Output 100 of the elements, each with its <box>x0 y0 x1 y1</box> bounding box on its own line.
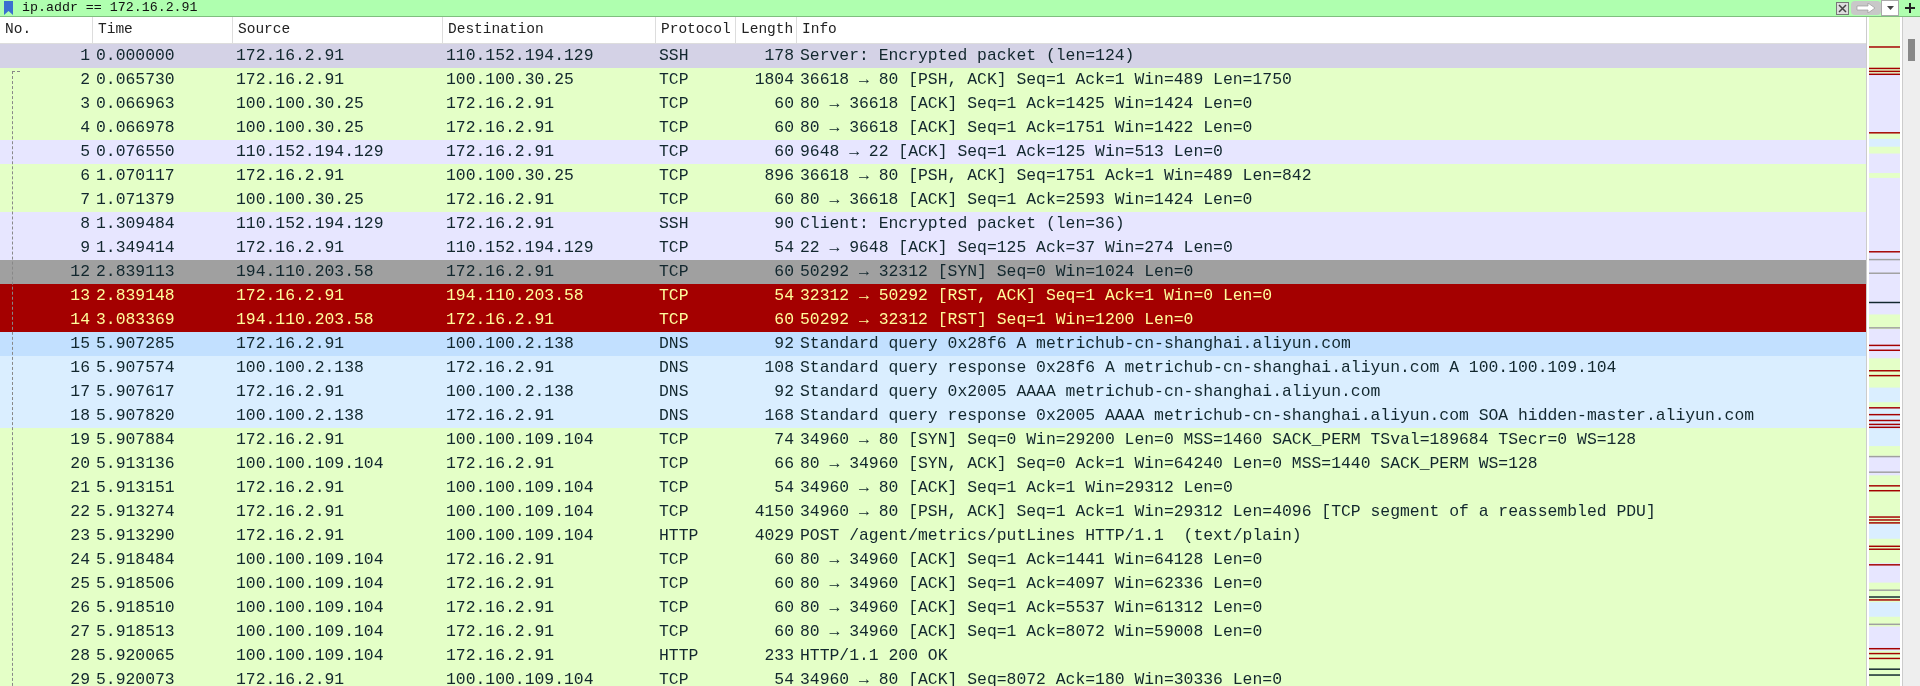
table-cell-text: TCP <box>658 669 690 686</box>
table-cell-text: 172.16.2.91 <box>235 165 346 187</box>
table-cell-text: 100.100.30.25 <box>445 165 575 187</box>
table-cell-text: Standard query response 0x2005 AAAA metrichub-cn-shanghai.aliyun.com SOA hidden-master.aliyun.com <box>799 405 1756 427</box>
plus-icon[interactable] <box>1905 3 1915 13</box>
table-cell-text: 178 <box>763 45 795 67</box>
table-cell-text: 110.152.194.129 <box>445 45 595 67</box>
scrollbar-thumb[interactable] <box>1908 39 1915 61</box>
table-cell-text: TCP <box>658 141 690 163</box>
table-cell-text: 172.16.2.91 <box>445 357 556 379</box>
dropdown-button[interactable] <box>1881 0 1899 16</box>
table-cell-text: TCP <box>658 285 690 307</box>
packet-row[interactable]: 3 0.066963 100.100.30.25 172.16.2.91 TCP 60 80 → 36618 [ACK] Seq=1 Ack=1425 Win=1424 Len=0 <box>0 92 1866 116</box>
packet-row[interactable]: 4 0.066978 100.100.30.25 172.16.2.91 TCP 60 80 → 36618 [ACK] Seq=1 Ack=1751 Win=1422 Len=0 <box>0 116 1866 140</box>
vertical-scrollbar[interactable] <box>1902 17 1920 686</box>
packet-row[interactable]: 16 5.907574 100.100.2.138 172.16.2.91 DNS 108 Standard query response 0x28f6 A metrichub-cn-shanghai.aliyun.com A 100.100.109.104 <box>0 356 1866 380</box>
packet-row[interactable]: 15 5.907285 172.16.2.91 100.100.2.138 DNS 92 Standard query 0x28f6 A metrichub-cn-shanghai.aliyun.com <box>0 332 1866 356</box>
packet-row[interactable]: 25 5.918506 100.100.109.104 172.16.2.91 TCP 60 80 → 34960 [ACK] Seq=1 Ack=4097 Win=62336 Len=0 <box>0 572 1866 596</box>
packet-row[interactable]: 20 5.913136 100.100.109.104 172.16.2.91 TCP 66 80 → 34960 [SYN, ACK] Seq=0 Ack=1 Win=64240 Len=0 MSS=1440 SACK_PERM WS=128 <box>0 452 1866 476</box>
packet-row[interactable]: 7 1.071379 100.100.30.25 172.16.2.91 TCP 60 80 → 36618 [ACK] Seq=1 Ack=2593 Win=1424 Len=0 <box>0 188 1866 212</box>
table-cell-text: 80 → 34960 [ACK] Seq=1 Ack=5537 Win=61312 Len=0 <box>799 597 1264 619</box>
packet-row[interactable]: 2 0.065730 172.16.2.91 100.100.30.25 TCP 1804 36618 → 80 [PSH, ACK] Seq=1 Ack=1 Win=489 Len=1750 <box>0 68 1866 92</box>
column-header[interactable]: No. <box>0 17 93 43</box>
column-header[interactable]: Protocol <box>656 17 736 43</box>
table-cell-text: 5.920073 <box>95 669 176 686</box>
table-cell-text: TCP <box>658 69 690 91</box>
table-cell-text: 5.918506 <box>95 573 176 595</box>
column-header[interactable]: Source <box>233 17 443 43</box>
table-cell-text: 896 <box>763 165 795 187</box>
packet-row[interactable]: 14 3.083369 194.110.203.58 172.16.2.91 TCP 60 50292 → 32312 [RST] Seq=1 Win=1200 Len=0 <box>0 308 1866 332</box>
table-cell-text: 74 <box>773 429 795 451</box>
packet-row[interactable]: 17 5.907617 172.16.2.91 100.100.2.138 DNS 92 Standard query 0x2005 AAAA metrichub-cn-shanghai.aliyun.com <box>0 380 1866 404</box>
table-cell-text: TCP <box>658 189 690 211</box>
table-cell-text: 172.16.2.91 <box>235 285 346 307</box>
column-header[interactable]: Destination <box>443 17 656 43</box>
table-cell-text: 172.16.2.91 <box>235 69 346 91</box>
column-header[interactable]: Length <box>736 17 797 43</box>
column-header[interactable]: Time <box>93 17 233 43</box>
table-cell-text: 60 <box>773 117 795 139</box>
packet-row[interactable]: 6 1.070117 172.16.2.91 100.100.30.25 TCP 896 36618 → 80 [PSH, ACK] Seq=1751 Ack=1 Win=489 Len=842 <box>0 164 1866 188</box>
packet-row[interactable]: 26 5.918510 100.100.109.104 172.16.2.91 TCP 60 80 → 34960 [ACK] Seq=1 Ack=5537 Win=61312 Len=0 <box>0 596 1866 620</box>
table-cell-text: 0.000000 <box>95 45 176 67</box>
packet-row[interactable]: 28 5.920065 100.100.109.104 172.16.2.91 HTTP 233 HTTP/1.1 200 OK <box>0 644 1866 668</box>
table-cell-text: 100.100.109.104 <box>445 525 595 547</box>
table-cell-text: HTTP <box>658 645 700 667</box>
table-cell-text: 5 <box>79 141 91 163</box>
table-cell-text: 172.16.2.91 <box>445 117 556 139</box>
table-cell-text: 172.16.2.91 <box>235 525 346 547</box>
table-cell-text: 100.100.109.104 <box>445 477 595 499</box>
packet-row[interactable]: 23 5.913290 172.16.2.91 100.100.109.104 HTTP 4029 POST /agent/metrics/putLines HTTP/1.1 (text/plain) <box>0 524 1866 548</box>
table-cell-text: 233 <box>763 645 795 667</box>
table-cell-text: 110.152.194.129 <box>235 141 385 163</box>
packet-row[interactable]: 9 1.349414 172.16.2.91 110.152.194.129 TCP 54 22 → 9648 [ACK] Seq=125 Ack=37 Win=274 Len=0 <box>0 236 1866 260</box>
table-cell-text: 5.913290 <box>95 525 176 547</box>
table-cell-text: DNS <box>658 333 690 355</box>
arrow-right-icon <box>1856 3 1876 13</box>
table-cell-text: 5.918510 <box>95 597 176 619</box>
bookmark-icon[interactable] <box>3 1 14 15</box>
table-cell-text: 194.110.203.58 <box>235 261 375 283</box>
table-cell-text: 100.100.2.138 <box>445 333 575 355</box>
packet-row[interactable]: 21 5.913151 172.16.2.91 100.100.109.104 TCP 54 34960 → 80 [ACK] Seq=1 Ack=1 Win=29312 Len=0 <box>0 476 1866 500</box>
table-cell-text: 2 <box>79 69 91 91</box>
table-cell-text: 17 <box>69 381 91 403</box>
table-cell-text: 3 <box>79 93 91 115</box>
table-cell-text: 108 <box>763 357 795 379</box>
column-header[interactable]: Info <box>797 17 1866 43</box>
table-cell-text: 5.913136 <box>95 453 176 475</box>
table-cell-text: 172.16.2.91 <box>235 45 346 67</box>
table-cell-text: 172.16.2.91 <box>445 213 556 235</box>
packet-row[interactable]: 18 5.907820 100.100.2.138 172.16.2.91 DNS 168 Standard query response 0x2005 AAAA metrichub-cn-shanghai.aliyun.com SOA hidden-master.aliyun.com <box>0 404 1866 428</box>
table-cell-text: 90 <box>773 213 795 235</box>
table-cell-text: HTTP <box>658 525 700 547</box>
table-cell-text: 172.16.2.91 <box>235 429 346 451</box>
table-cell-text: 172.16.2.91 <box>445 645 556 667</box>
table-cell-text: 100.100.2.138 <box>235 357 365 379</box>
packet-row[interactable]: 5 0.076550 110.152.194.129 172.16.2.91 TCP 60 9648 → 22 [ACK] Seq=1 Ack=125 Win=513 Len=0 <box>0 140 1866 164</box>
table-cell-text: 0.066963 <box>95 93 176 115</box>
clear-icon[interactable] <box>1836 1 1849 15</box>
table-cell-text: 100.100.109.104 <box>235 453 385 475</box>
table-cell-text: 172.16.2.91 <box>235 477 346 499</box>
packet-row[interactable]: 24 5.918484 100.100.109.104 172.16.2.91 TCP 60 80 → 34960 [ACK] Seq=1 Ack=1441 Win=64128 Len=0 <box>0 548 1866 572</box>
packet-row[interactable]: 22 5.913274 172.16.2.91 100.100.109.104 TCP 4150 34960 → 80 [PSH, ACK] Seq=1 Ack=1 Win=29312 Len=4096 [TCP segment of a reassembled PDU] <box>0 500 1866 524</box>
packet-row[interactable]: 19 5.907884 172.16.2.91 100.100.109.104 TCP 74 34960 → 80 [SYN] Seq=0 Win=29200 Len=0 MSS=1460 SACK_PERM TSval=189684 TSecr=0 WS=128 <box>0 428 1866 452</box>
table-cell-text: 1 <box>79 45 91 67</box>
table-cell-text: DNS <box>658 381 690 403</box>
table-cell-text: 25 <box>69 573 91 595</box>
table-cell-text: 5.918484 <box>95 549 176 571</box>
packet-row[interactable]: 27 5.918513 100.100.109.104 172.16.2.91 TCP 60 80 → 34960 [ACK] Seq=1 Ack=8072 Win=59008 Len=0 <box>0 620 1866 644</box>
table-cell-text: 100.100.30.25 <box>445 69 575 91</box>
table-cell-text: 5.907285 <box>95 333 176 355</box>
table-cell-text: 100.100.109.104 <box>445 501 595 523</box>
packet-row[interactable]: 1 0.000000 172.16.2.91 110.152.194.129 SSH 178 Server: Encrypted packet (len=124) <box>0 44 1866 68</box>
packet-minimap[interactable] <box>1866 17 1902 686</box>
table-cell-text: 15 <box>69 333 91 355</box>
packet-row[interactable]: 12 2.839113 194.110.203.58 172.16.2.91 TCP 60 50292 → 32312 [SYN] Seq=0 Win=1024 Len=0 <box>0 260 1866 284</box>
table-cell-text: 100.100.109.104 <box>235 573 385 595</box>
packet-row[interactable]: 13 2.839148 172.16.2.91 194.110.203.58 TCP 54 32312 → 50292 [RST, ACK] Seq=1 Ack=1 Win=0 Len=0 <box>0 284 1866 308</box>
table-cell-text: 27 <box>69 621 91 643</box>
table-cell-text: 172.16.2.91 <box>235 669 346 686</box>
packet-row[interactable]: 8 1.309484 110.152.194.129 172.16.2.91 SSH 90 Client: Encrypted packet (len=36) <box>0 212 1866 236</box>
